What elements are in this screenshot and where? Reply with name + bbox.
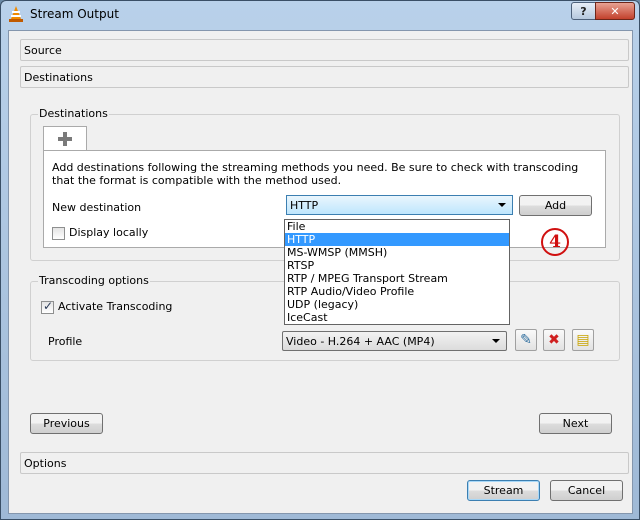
dropdown-option[interactable]: RTP / MPEG Transport Stream [285, 272, 509, 285]
tab-add-destination[interactable] [43, 126, 87, 151]
destinations-help-text: Add destinations following the streaming… [52, 161, 579, 187]
destinations-section-label: Destinations [24, 71, 93, 84]
profile-value: Video - H.264 + AAC (MP4) [286, 335, 435, 348]
new-profile-button[interactable]: ▤ [572, 329, 594, 351]
activate-transcoding-label: Activate Transcoding [58, 300, 173, 313]
dropdown-option[interactable]: RTSP [285, 259, 509, 272]
transcoding-options-label: Transcoding options [38, 274, 150, 287]
delete-icon: ✖ [548, 332, 560, 348]
new-profile-icon: ▤ [576, 332, 590, 348]
profile-label: Profile [48, 335, 83, 348]
options-section-label: Options [24, 457, 67, 470]
chevron-down-icon [498, 203, 506, 207]
delete-profile-button[interactable]: ✖ [543, 329, 565, 351]
destinations-section-header[interactable]: Destinations [20, 66, 629, 88]
dropdown-option[interactable]: File [285, 220, 509, 233]
cancel-button[interactable]: Cancel [550, 480, 623, 501]
dropdown-option[interactable]: MS-WMSP (MMSH) [285, 246, 509, 259]
wrench-icon: ✎ [520, 332, 532, 348]
step-annotation-marker: 4 [541, 228, 569, 256]
next-button[interactable]: Next [539, 413, 612, 434]
stream-button[interactable]: Stream [467, 480, 540, 501]
destination-method-value: HTTP [290, 199, 319, 212]
dropdown-option[interactable]: IceCast [285, 311, 509, 324]
display-locally-checkbox[interactable]: Display locally [52, 226, 148, 240]
edit-profile-button[interactable]: ✎ [515, 329, 537, 351]
chevron-down-icon [492, 339, 500, 343]
destinations-group-label: Destinations [38, 107, 109, 120]
destination-method-dropdown-list[interactable]: File HTTP MS-WMSP (MMSH) RTSP RTP / MPEG Tra… [284, 219, 510, 325]
previous-button[interactable]: Previous [30, 413, 103, 434]
destination-method-select[interactable]: HTTP [286, 195, 513, 215]
help-button[interactable]: ? [571, 2, 596, 20]
vlc-cone-icon [9, 6, 23, 22]
source-section-header[interactable]: Source [20, 39, 629, 61]
plus-icon [58, 132, 72, 146]
dropdown-option[interactable]: RTP Audio/Video Profile [285, 285, 509, 298]
activate-transcoding-checkbox[interactable]: Activate Transcoding [41, 299, 173, 314]
options-section-header[interactable]: Options [20, 452, 629, 474]
close-button[interactable]: ✕ [595, 2, 635, 20]
stream-output-window: Stream Output ? ✕ Source Destinations De… [0, 0, 640, 520]
display-locally-label: Display locally [69, 226, 149, 239]
dropdown-option[interactable]: HTTP [285, 233, 509, 246]
activate-transcoding-checkbox-box[interactable] [41, 299, 54, 314]
window-title: Stream Output [30, 7, 119, 21]
title-bar[interactable]: Stream Output ? ✕ [1, 1, 639, 28]
add-button[interactable]: Add [519, 195, 592, 216]
dropdown-option[interactable]: UDP (legacy) [285, 298, 509, 311]
new-destination-label: New destination [52, 201, 142, 214]
profile-select[interactable]: Video - H.264 + AAC (MP4) [282, 331, 507, 351]
display-locally-checkbox-box[interactable] [52, 226, 65, 240]
source-section-label: Source [24, 44, 62, 57]
